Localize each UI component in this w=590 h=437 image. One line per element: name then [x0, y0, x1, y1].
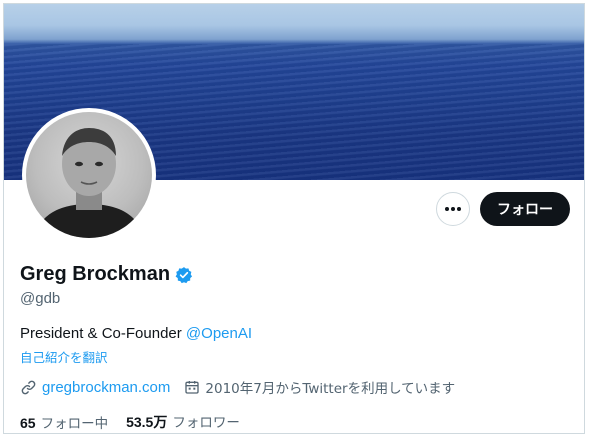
profile-page: フォロー Greg Brockman @gdb President & Co-F… — [0, 0, 590, 437]
following-label: フォロー中 — [40, 415, 109, 432]
display-name-row: Greg Brockman — [20, 263, 193, 286]
bio-mention-link[interactable]: @OpenAI — [186, 325, 252, 342]
user-handle: @gdb — [20, 290, 61, 307]
joined-item: 2010年7月からTwitterを利用しています — [184, 377, 455, 397]
translate-bio-link[interactable]: 自己紹介を翻訳 — [20, 347, 108, 366]
profile-avatar[interactable] — [22, 108, 156, 242]
verified-badge-icon[interactable] — [175, 266, 193, 284]
followers-label: フォロワー — [172, 415, 240, 431]
profile-meta-row: gregbrockman.com 2010年7月からTwitterを利用していま… — [20, 377, 455, 397]
profile-bio: President & Co-Founder @OpenAI — [20, 325, 252, 342]
follow-stats-row: 65 フォロー中 53.5万 フォロワー — [20, 411, 240, 432]
bio-text: President & Co-Founder — [20, 325, 186, 342]
more-horizontal-icon — [445, 207, 461, 211]
avatar-portrait — [34, 128, 144, 238]
website-link[interactable]: gregbrockman.com — [42, 379, 170, 396]
joined-date: 2010年7月からTwitterを利用しています — [205, 381, 456, 397]
followers-stat[interactable]: 53.5万 フォロワー — [126, 411, 240, 432]
more-options-button[interactable] — [436, 192, 470, 226]
link-icon — [21, 380, 36, 394]
follow-button[interactable]: フォロー — [480, 192, 570, 226]
website-item: gregbrockman.com — [20, 379, 170, 396]
following-stat[interactable]: 65 フォロー中 — [20, 412, 108, 432]
calendar-icon — [185, 381, 200, 394]
following-count: 65 — [20, 414, 36, 431]
followers-count: 53.5万 — [126, 414, 168, 430]
display-name: Greg Brockman — [20, 263, 171, 285]
